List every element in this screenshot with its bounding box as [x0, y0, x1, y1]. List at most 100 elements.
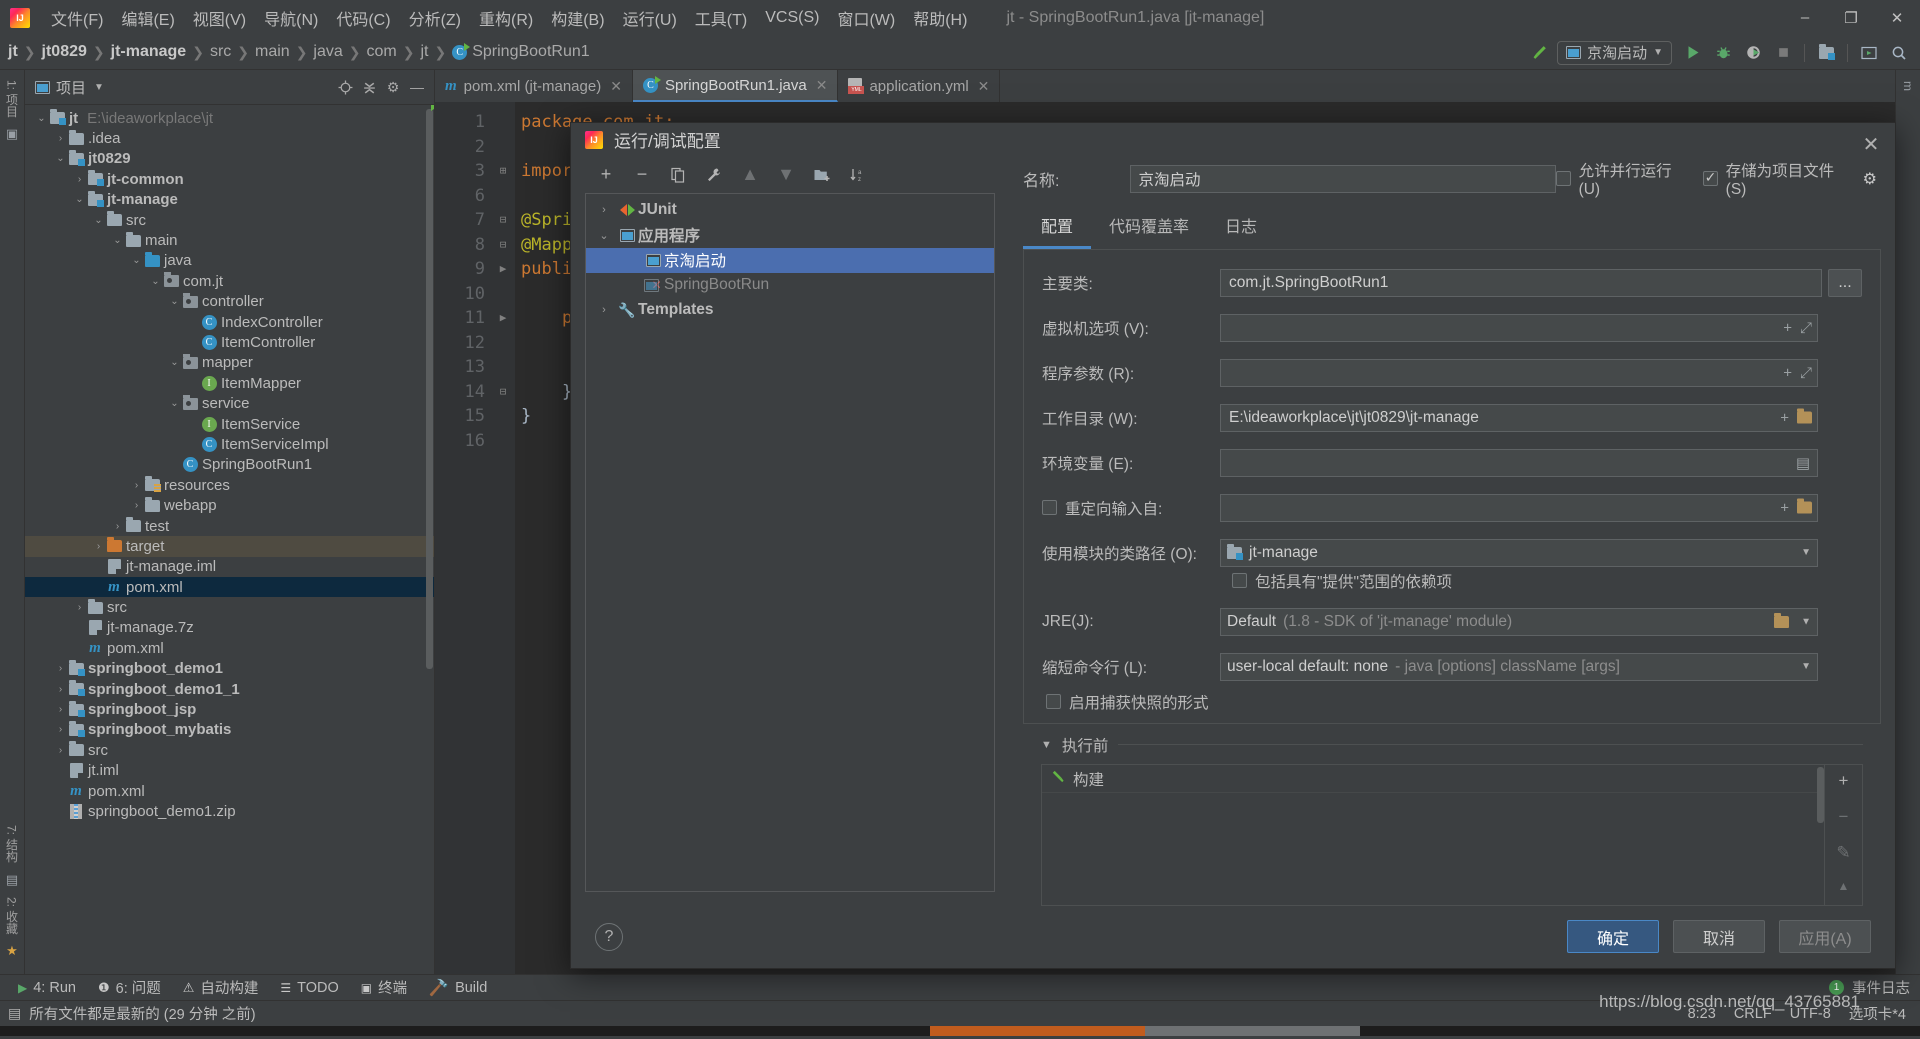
shorten-command-line-combo[interactable]: user-local default: none - java [options…	[1220, 652, 1818, 681]
tab-logs[interactable]: 日志	[1207, 205, 1275, 249]
chevron-right-icon[interactable]: ›	[54, 704, 67, 715]
settings-gear-icon[interactable]: ⚙	[382, 76, 404, 98]
program-arguments-input[interactable]	[1220, 358, 1818, 387]
breadcrumb-com[interactable]: com	[367, 43, 397, 61]
chevron-right-icon[interactable]: ›	[54, 663, 67, 674]
toolwindow-todo[interactable]: ☰ TODO	[270, 978, 348, 998]
project-tree-row[interactable]: jt-manage.iml	[25, 557, 434, 577]
project-tree-row[interactable]: ⌄ mapper	[25, 353, 434, 373]
chevron-down-icon[interactable]: ⌄	[35, 113, 48, 124]
chevron-right-icon[interactable]: ›	[592, 304, 616, 316]
stop-icon[interactable]	[1770, 40, 1796, 66]
module-classpath-combo[interactable]: jt-manage ▼	[1220, 538, 1818, 567]
environment-variables-input[interactable]	[1220, 448, 1818, 477]
chevron-down-icon[interactable]: ⌄	[73, 194, 86, 205]
structure-icon[interactable]: ▤	[6, 872, 18, 888]
move-up-icon[interactable]: ▲	[1838, 879, 1850, 893]
project-structure-icon[interactable]	[1813, 40, 1839, 66]
project-tree-row[interactable]: ⌄ jt E:\ideaworkplace\jt	[25, 108, 434, 128]
line-separator[interactable]: CRLF	[1734, 1006, 1772, 1022]
tab-configuration[interactable]: 配置	[1023, 205, 1092, 249]
chevron-down-icon[interactable]: ⌄	[168, 398, 181, 409]
apply-button[interactable]: 应用(A)	[1779, 920, 1871, 954]
breadcrumb-java[interactable]: java	[313, 43, 342, 61]
folder-browse-icon[interactable]	[1797, 498, 1812, 514]
menu-analyze[interactable]: 分析(Z)	[400, 3, 470, 33]
project-tree-row[interactable]: jt.iml	[25, 761, 434, 781]
main-class-input[interactable]	[1220, 268, 1822, 297]
menu-build[interactable]: 构建(B)	[542, 3, 613, 33]
expand-editor-icon[interactable]: ⤢	[1800, 319, 1812, 336]
chevron-right-icon[interactable]: ›	[54, 133, 67, 144]
close-button[interactable]: ✕	[1874, 0, 1920, 35]
project-tree-row[interactable]: jt-manage.7z	[25, 618, 434, 638]
configuration-tree-row[interactable]: 京淘启动	[586, 247, 994, 273]
taskbar-item-active[interactable]	[930, 1026, 1145, 1036]
run-icon[interactable]	[1680, 40, 1706, 66]
debug-icon[interactable]	[1710, 40, 1736, 66]
breadcrumb-springbootrun1[interactable]: C SpringBootRun1	[452, 42, 590, 61]
before-launch-header[interactable]: ▼ 执行前	[1041, 734, 1863, 756]
run-gutter-icon[interactable]: ▶	[491, 306, 515, 331]
project-tree-row[interactable]: ⌄ com.jt	[25, 271, 434, 291]
rail-label-structure[interactable]: 7: 结构	[4, 825, 21, 862]
chevron-down-icon[interactable]: ⌄	[592, 229, 616, 242]
expand-plus-icon[interactable]: +	[1780, 499, 1789, 516]
project-tree-row[interactable]: C SpringBootRun1	[25, 455, 434, 475]
menu-view[interactable]: 视图(V)	[184, 3, 255, 33]
breadcrumb-jt-pkg[interactable]: jt	[420, 43, 428, 61]
tab-pom-xml[interactable]: m pom.xml (jt-manage) ✕	[435, 70, 633, 102]
locate-icon[interactable]	[334, 76, 356, 98]
new-folder-icon[interactable]	[811, 164, 833, 186]
redirect-input-checkbox[interactable]: 重定向输入自:	[1042, 497, 1220, 519]
breadcrumb-jt0829[interactable]: jt0829	[42, 43, 87, 61]
chevron-down-icon[interactable]: ⌄	[130, 255, 143, 266]
project-tree-row[interactable]: › .idea	[25, 128, 434, 148]
project-tree-scrollbar[interactable]	[426, 109, 433, 669]
run-with-coverage-icon[interactable]	[1740, 40, 1766, 66]
chevron-right-icon[interactable]: ›	[592, 204, 616, 216]
enable-capture-snapshot-checkbox[interactable]: 启用捕获快照的形式	[1046, 691, 1862, 713]
fold-annotation-icon[interactable]: ⊟	[491, 208, 515, 233]
fold-import-icon[interactable]: ⊞	[491, 159, 515, 184]
project-tree-row[interactable]: I ItemMapper	[25, 373, 434, 393]
project-tree-row[interactable]: ⌄ java	[25, 251, 434, 271]
move-up-icon[interactable]: ▲	[739, 164, 761, 186]
toolwindow-build[interactable]: 🔨 Build	[419, 976, 497, 1000]
add-icon[interactable]: +	[595, 164, 617, 186]
project-tree-row[interactable]: › src	[25, 597, 434, 617]
chevron-right-icon[interactable]: ›	[130, 500, 143, 511]
folder-browse-icon[interactable]	[1797, 408, 1812, 424]
chevron-right-icon[interactable]: ›	[130, 480, 143, 491]
minimize-button[interactable]: –	[1782, 0, 1828, 35]
include-provided-scope-checkbox[interactable]: 包括具有"提供"范围的依赖项	[1232, 570, 1862, 592]
project-tree-row[interactable]: ⌄ service	[25, 393, 434, 413]
event-log-label[interactable]: 事件日志	[1852, 977, 1910, 998]
menu-file[interactable]: 文件(F)	[42, 3, 112, 33]
cancel-button[interactable]: 取消	[1673, 920, 1765, 954]
breadcrumb-main[interactable]: main	[255, 43, 290, 61]
copy-icon[interactable]	[667, 164, 689, 186]
indent-setting[interactable]: 选项卡*4	[1849, 1003, 1906, 1024]
before-launch-item-build[interactable]: 构建	[1042, 767, 1824, 793]
before-launch-scrollbar[interactable]	[1817, 766, 1824, 823]
menu-refactor[interactable]: 重构(R)	[470, 3, 542, 33]
hide-icon[interactable]: —	[406, 76, 428, 98]
run-configuration-selector[interactable]: 京淘启动 ▼	[1557, 40, 1672, 65]
remove-icon[interactable]: −	[1839, 807, 1849, 827]
chevron-right-icon[interactable]: ›	[73, 174, 86, 185]
collapse-all-icon[interactable]	[358, 76, 380, 98]
project-tree-row[interactable]: › springboot_demo1_1	[25, 679, 434, 699]
run-gutter-icon[interactable]: ▶	[491, 257, 515, 282]
breadcrumb-jt[interactable]: jt	[8, 43, 18, 61]
chevron-down-icon[interactable]: ⌄	[111, 235, 124, 246]
project-tree-row[interactable]: m pom.xml	[25, 781, 434, 801]
breadcrumb-jt-manage[interactable]: jt-manage	[111, 43, 187, 61]
toolwindow-autobuild[interactable]: ⚠ 自动构建	[173, 975, 269, 1000]
file-encoding[interactable]: UTF-8	[1790, 1006, 1831, 1022]
close-icon[interactable]: ✕	[816, 77, 828, 94]
chevron-right-icon[interactable]: ›	[54, 724, 67, 735]
fold-annotation-icon[interactable]: ⊟	[491, 233, 515, 258]
remove-icon[interactable]: −	[631, 164, 653, 186]
vm-options-input[interactable]	[1220, 313, 1818, 342]
